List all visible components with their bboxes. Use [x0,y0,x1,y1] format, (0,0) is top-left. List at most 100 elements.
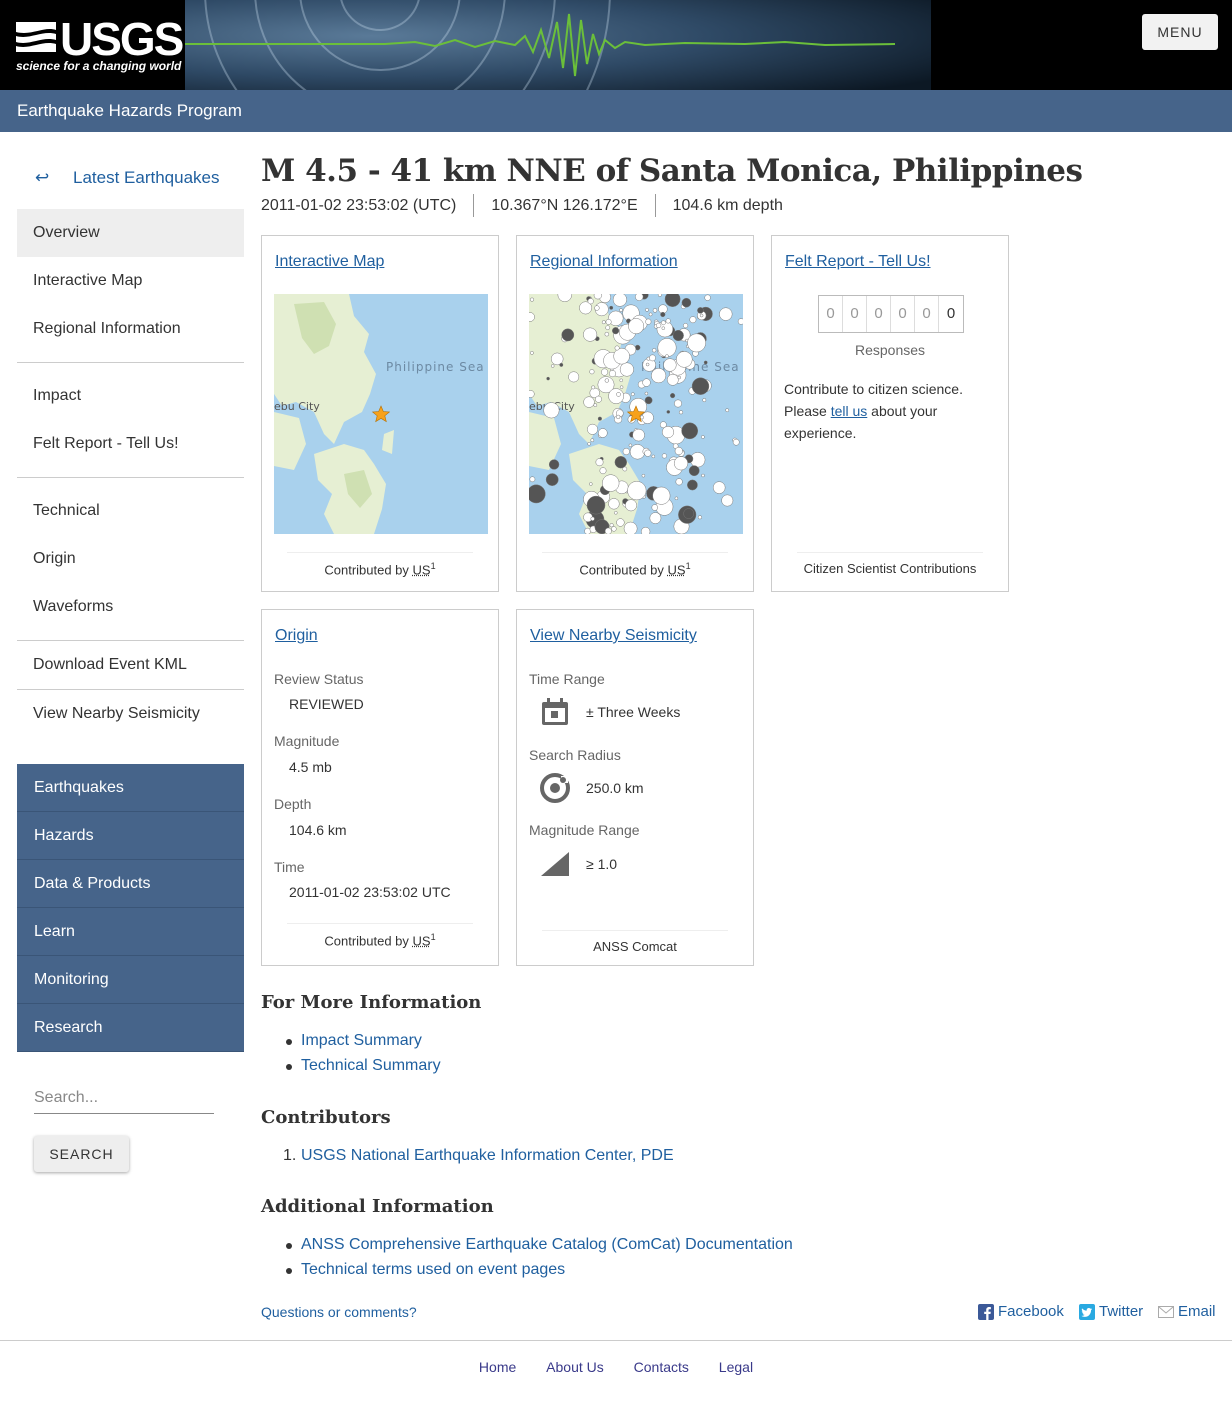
sidebar-item-waveforms[interactable]: Waveforms [17,583,244,631]
program-bar: Earthquake Hazards Program [0,90,1232,132]
sidebar-item-impact[interactable]: Impact [17,372,244,420]
email-link[interactable]: Email [1178,1303,1216,1320]
search-input[interactable] [34,1082,214,1114]
facebook-link[interactable]: Facebook [998,1303,1064,1320]
regional-information-link[interactable]: Regional Information [530,253,678,271]
nav-research[interactable]: Research [17,1004,244,1052]
seismicity-dot [599,467,607,475]
nav-hazards[interactable]: Hazards [17,812,244,860]
responses-label: Responses [854,342,926,358]
seismicity-dot [590,438,595,443]
seismicity-dot [687,479,698,491]
contributed-by-label: Contributed by [579,562,664,578]
seismicity-dot [616,392,621,397]
seismicity-dot [605,318,612,325]
sidebar-item-technical[interactable]: Technical [17,487,244,535]
latest-earthquakes-link[interactable]: ↩ Latest Earthquakes [17,155,244,201]
regional-map-thumbnail[interactable]: Philippine Sea ebu City [529,294,743,534]
menu-button[interactable]: MENU [1142,14,1218,50]
magnitude-range-row: ≥ 1.0 [539,848,617,880]
footer-contacts-link[interactable]: Contacts [634,1359,689,1375]
seismicity-dot [545,473,559,486]
felt-report-link[interactable]: Felt Report - Tell Us! [785,253,931,271]
interactive-map-contributor: Contributed by US1 [287,552,473,577]
time-range-label: Time Range [529,671,605,687]
site-nav: Earthquakes Hazards Data & Products Lear… [17,764,244,1052]
logo-tagline: science for a changing world [16,59,182,73]
origin-link[interactable]: Origin [275,627,318,645]
twitter-link[interactable]: Twitter [1099,1303,1143,1320]
contributor-sup: 1 [430,932,436,942]
latest-earthquakes-label: Latest Earthquakes [73,168,220,187]
email-share[interactable]: Email [1158,1303,1216,1320]
seismicity-dot [673,456,689,471]
seismicity-dot [561,328,575,342]
seismicity-dot [683,323,689,329]
technical-summary-link[interactable]: Technical Summary [301,1057,441,1074]
contributor-abbr[interactable]: US [668,562,686,577]
footer-about-link[interactable]: About Us [546,1359,604,1375]
seismicity-dot [645,362,650,367]
nearby-seismicity-link[interactable]: View Nearby Seismicity [530,627,697,645]
interactive-map-link[interactable]: Interactive Map [275,253,384,271]
seismicity-dot [609,523,614,528]
comcat-docs-link[interactable]: ANSS Comprehensive Earthquake Catalog (C… [301,1236,793,1253]
additional-info-heading: Additional Information [261,1196,494,1217]
seismicity-dot [632,428,645,442]
seismicity-dot [687,333,706,353]
tell-us-link[interactable]: tell us [831,403,868,419]
seismicity-dot [697,307,704,314]
technical-terms-link[interactable]: Technical terms used on event pages [301,1261,565,1278]
seismicity-dot [674,399,682,408]
sidebar-item-interactive-map[interactable]: Interactive Map [17,257,244,305]
magnitude-range-value: ≥ 1.0 [586,856,618,872]
impact-summary-link[interactable]: Impact Summary [301,1032,422,1049]
contributor-abbr[interactable]: US [413,933,431,948]
seismicity-dot [691,377,710,395]
sidebar-item-origin[interactable]: Origin [17,535,244,583]
sidebar-item-felt-report[interactable]: Felt Report - Tell Us! [17,420,244,468]
time-range-row: ± Three Weeks [539,696,680,728]
interactive-map-thumbnail[interactable]: Philippine Sea ebu City [274,294,488,534]
list-item: Impact Summary [286,1032,441,1057]
seismicity-dot [604,527,612,534]
nav-data-products[interactable]: Data & Products [17,860,244,908]
depth-label: Depth [274,796,312,812]
contributor-sup: 1 [685,561,691,571]
seismicity-dot [589,369,595,375]
nav-learn[interactable]: Learn [17,908,244,956]
seismicity-dot [652,486,671,505]
seismicity-dot [702,398,707,403]
contributors-list: USGS National Earthquake Information Cen… [283,1147,674,1172]
facebook-share[interactable]: Facebook [978,1303,1064,1320]
footer-home-link[interactable]: Home [479,1359,516,1375]
logo-word: USGS [60,13,184,65]
seismicity-dot [605,325,611,331]
seismicity-dot [602,474,620,492]
twitter-share[interactable]: Twitter [1079,1303,1143,1320]
footer-legal-link[interactable]: Legal [719,1359,753,1375]
seismicity-dot [623,521,638,534]
nav-earthquakes[interactable]: Earthquakes [17,764,244,812]
program-title[interactable]: Earthquake Hazards Program [17,101,242,121]
seismicity-dot [614,456,627,469]
questions-link[interactable]: Questions or comments? [261,1304,417,1320]
search-button[interactable]: SEARCH [34,1136,129,1172]
search-radius-row: 250.0 km [539,772,644,804]
usgs-logo[interactable]: USGS science for a changing world [16,13,184,76]
sidebar-item-overview[interactable]: Overview [17,209,244,257]
sidebar-item-regional-information[interactable]: Regional Information [17,305,244,353]
contributor-abbr[interactable]: US [413,562,431,577]
contributor-nec-link[interactable]: USGS National Earthquake Information Cen… [301,1147,674,1164]
contributed-by-label: Contributed by [324,933,409,949]
seismicity-dot [628,443,633,448]
footer-divider [0,1340,1232,1341]
origin-card: Origin Review Status REVIEWED Magnitude … [261,609,499,966]
felt-report-foot: Citizen Scientist Contributions [797,552,983,576]
seismicity-dot [529,484,546,504]
nav-monitoring[interactable]: Monitoring [17,956,244,1004]
site-header: USGS science for a changing world MENU [0,0,1232,90]
sidebar-item-nearby-seismicity[interactable]: View Nearby Seismicity [17,690,244,738]
sidebar-item-download-kml[interactable]: Download Event KML [17,641,244,689]
seismicity-dot [619,385,624,389]
